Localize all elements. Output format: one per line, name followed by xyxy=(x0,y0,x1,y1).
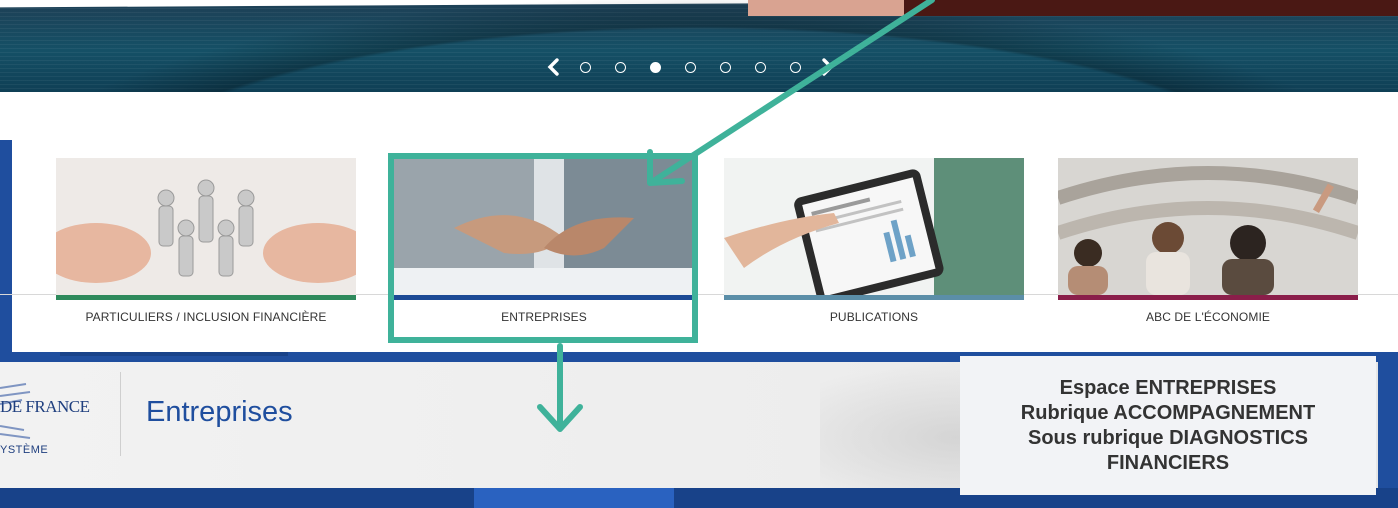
logo-subtitle: YSTÈME xyxy=(0,444,49,456)
callout-line-2: Rubrique ACCOMPAGNEMENT xyxy=(1020,401,1316,424)
carousel-dot-3[interactable] xyxy=(650,61,661,73)
tile-particuliers[interactable]: PARTICULIERS / INCLUSION FINANCIÈRE xyxy=(56,158,356,340)
tile-abc-economie[interactable]: ABC DE L'ÉCONOMIE xyxy=(1058,158,1358,340)
carousel-navigation xyxy=(540,54,880,80)
carousel-dot-5[interactable] xyxy=(720,61,731,73)
carousel-dot-7[interactable] xyxy=(790,61,801,73)
tile-entreprises-label: ENTREPRISES xyxy=(501,310,587,324)
tile-particuliers-image xyxy=(56,158,356,295)
tile-abc-economie-image xyxy=(1058,158,1358,295)
tile-publications[interactable]: PUBLICATIONS xyxy=(724,158,1024,340)
annotation-callout: Espace ENTREPRISES Rubrique ACCOMPAGNEME… xyxy=(960,356,1376,495)
logo-text: DE FRANCE xyxy=(0,397,90,416)
tile-entreprises-image xyxy=(394,158,694,295)
callout-line-4: FINANCIERS xyxy=(1106,451,1230,474)
nav-tab-marker xyxy=(60,352,288,356)
left-accent-band xyxy=(0,140,12,352)
tile-abc-economie-bar xyxy=(1058,295,1358,300)
tile-publications-image xyxy=(724,158,1024,295)
carousel-dot-4[interactable] xyxy=(685,61,696,73)
tile-particuliers-label: PARTICULIERS / INCLUSION FINANCIÈRE xyxy=(85,310,327,324)
tile-entreprises[interactable]: ENTREPRISES xyxy=(394,158,694,340)
chevron-left-icon[interactable] xyxy=(540,54,568,80)
carousel-dot-1[interactable] xyxy=(580,61,591,73)
callout-line-3: Sous rubrique DIAGNOSTICS xyxy=(1027,426,1309,449)
tile-entreprises-bar xyxy=(394,295,694,300)
callout-line-1: Espace ENTREPRISES xyxy=(1059,376,1277,399)
chevron-right-icon[interactable] xyxy=(813,54,841,80)
nav-item-active[interactable] xyxy=(474,488,674,508)
promo-panel-dark xyxy=(904,0,1398,16)
tile-publications-bar xyxy=(724,295,1024,300)
logo-divider xyxy=(120,372,121,456)
page-title: Entreprises xyxy=(146,396,293,428)
tile-publications-label: PUBLICATIONS xyxy=(829,310,919,324)
tile-abc-economie-label: ABC DE L'ÉCONOMIE xyxy=(1145,310,1270,324)
carousel-dot-6[interactable] xyxy=(755,61,766,73)
carousel-dot-2[interactable] xyxy=(615,61,626,73)
tile-particuliers-bar xyxy=(56,295,356,300)
